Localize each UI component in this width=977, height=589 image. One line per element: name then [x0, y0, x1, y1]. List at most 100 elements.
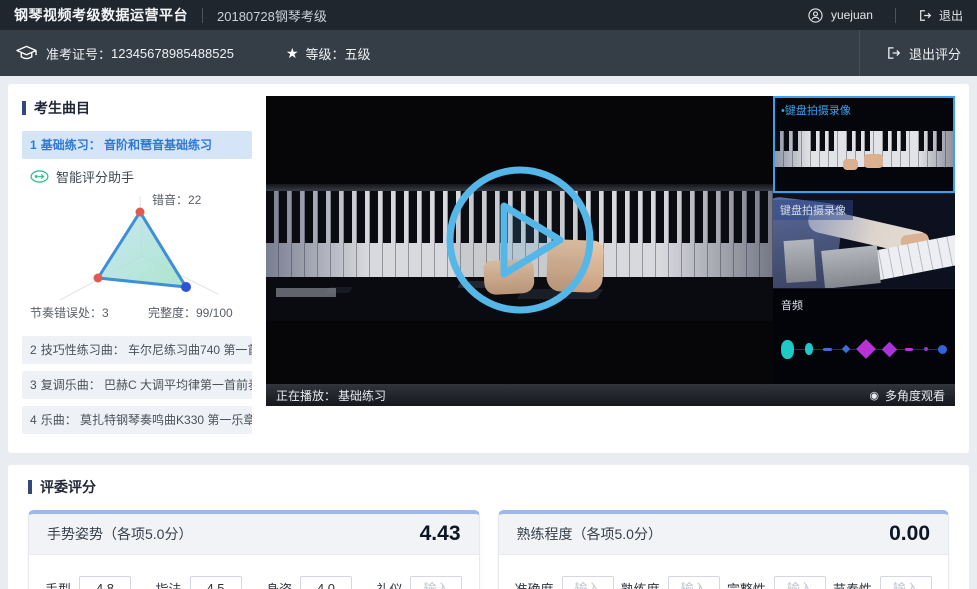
waveform-blob [856, 339, 876, 359]
field-hand-shape: 手型 [45, 576, 131, 589]
song-num: 3 [30, 378, 37, 392]
assistant-title: 智能评分助手 [56, 167, 134, 186]
score-card-gesture: 手势姿势（各项5.0分） 4.43 手型 指法 身姿 礼仪 [28, 510, 480, 589]
admission-number-value: 12345678985488525 [111, 46, 234, 61]
section-title-bar [28, 480, 32, 494]
level-value: 五级 [345, 44, 371, 63]
field-fingering: 指法 [155, 576, 241, 589]
field-accuracy: 准确度 [515, 576, 614, 589]
now-playing-label: 正在播放： [276, 387, 336, 404]
video-region: •键盘拍摄录像 键盘拍摄录像 [266, 96, 955, 406]
etiquette-input[interactable] [410, 576, 462, 589]
field-label: 指法 [155, 579, 181, 589]
score-card-header: 手势姿势（各项5.0分） 4.43 [29, 514, 479, 555]
score-card-total: 4.43 [420, 522, 461, 546]
logout-label: 退出 [939, 7, 963, 24]
completeness-input[interactable] [774, 576, 826, 589]
level-label: 等级： [306, 44, 345, 63]
thumbnail-2-label: 键盘拍摄录像 [773, 200, 853, 220]
score-card-header: 熟练程度（各项5.0分） 0.00 [499, 514, 949, 555]
logout-button[interactable]: 退出 [918, 7, 963, 24]
exit-scoring-label: 退出评分 [909, 44, 961, 63]
audio-label: 音频 [781, 297, 803, 313]
field-posture: 身姿 [266, 576, 352, 589]
radar-axis-wrong-notes: 错音：22 [152, 192, 202, 207]
field-label: 节奏性 [833, 579, 872, 589]
audio-waveform [781, 338, 947, 360]
now-playing: 正在播放： 基础练习 [276, 387, 386, 404]
field-label: 手型 [45, 579, 71, 589]
song-category: 复调乐曲： [41, 378, 101, 392]
field-label: 礼仪 [376, 579, 402, 589]
topbar-right-divider [895, 8, 896, 23]
top-navbar: 钢琴视频考级数据运营平台 20180728钢琴考级 yuejuan 退出 [0, 0, 977, 30]
song-item-3[interactable]: 3 复调乐曲： 巴赫C 大调平均律第一首前奏曲 [22, 371, 252, 399]
keyboard-camera-thumbnail-2[interactable]: 键盘拍摄录像 [773, 193, 955, 288]
song-piece: 巴赫C 大调平均律第一首前奏曲 [104, 378, 252, 392]
speaker-box [784, 239, 817, 283]
section-title-bar [22, 101, 26, 115]
mini-black-keys [775, 131, 953, 150]
multi-angle-label: 多角度观看 [885, 387, 945, 404]
field-label: 熟练度 [621, 579, 660, 589]
song-piece: 莫扎特钢琴奏鸣曲K330 第一乐章 [80, 413, 252, 427]
song-item-2[interactable]: 2技巧性练习曲： 车尔尼练习曲740 第一首 [22, 336, 252, 364]
hand-shape-input[interactable] [79, 576, 131, 589]
waveform-blob [823, 348, 832, 351]
song-item-4[interactable]: 4乐曲： 莫扎特钢琴奏鸣曲K330 第一乐章 [22, 406, 252, 434]
field-etiquette: 礼仪 [376, 576, 462, 589]
exit-scoring-button[interactable]: 退出评分 [859, 30, 961, 76]
audio-track-panel: 音频 [773, 288, 955, 384]
proficiency-input[interactable] [668, 576, 720, 589]
song-section-title-text: 考生曲目 [34, 98, 90, 118]
score-card-proficiency: 熟练程度（各项5.0分） 0.00 准确度 熟练度 完整性 节奏性 [498, 510, 950, 589]
exit-scoring-icon [886, 46, 901, 60]
score-card-title: 熟练程度（各项5.0分） [517, 524, 662, 544]
song-category: 技巧性练习曲： [41, 343, 125, 357]
ai-assistant-panel: 智能评分助手 错音：22 [22, 167, 252, 327]
thumbnail-1-label-text: 键盘拍摄录像 [785, 105, 851, 117]
song-num: 1 [30, 138, 37, 152]
radar-chart: 错音：22 节奏错误处：3 完整度：99/100 [22, 188, 250, 322]
now-playing-value: 基础练习 [338, 387, 386, 404]
keyboard-camera-thumbnail-1[interactable]: •键盘拍摄录像 [773, 96, 955, 193]
song-category: 基础练习： [41, 138, 101, 152]
thumbnail-1-label: •键盘拍摄录像 [781, 102, 851, 118]
multi-angle-button[interactable]: ◉ 多角度观看 [869, 387, 945, 404]
video-status-bar: 正在播放： 基础练习 ◉ 多角度观看 [266, 384, 955, 406]
song-list: 考生曲目 1 基础练习： 音阶和琶音基础练习 智能评分助手 [22, 96, 252, 441]
waveform-blob [924, 347, 928, 351]
song-piece: 音阶和琶音基础练习 [104, 138, 212, 152]
song-item-1[interactable]: 1 基础练习： 音阶和琶音基础练习 [22, 131, 252, 159]
waveform-blob [805, 343, 813, 355]
song-num: 2 [30, 343, 37, 357]
topbar-divider [202, 8, 203, 23]
scoring-section-title: 评委评分 [28, 477, 949, 497]
username[interactable]: yuejuan [831, 8, 873, 22]
radar-axis-rhythm-errors: 节奏错误处：3 [30, 306, 109, 320]
fingering-input[interactable] [190, 576, 242, 589]
waveform-blob [781, 340, 794, 359]
assistant-icon [30, 170, 49, 183]
waveform-blob [905, 348, 913, 351]
logout-icon [918, 9, 932, 22]
field-rhythm: 节奏性 [833, 576, 932, 589]
sheet-music-still [276, 288, 336, 297]
camera-angle-sidebar: •键盘拍摄录像 键盘拍摄录像 [773, 96, 955, 384]
star-icon: ★ [286, 45, 299, 62]
rhythm-input[interactable] [880, 576, 932, 589]
user-icon [808, 8, 823, 23]
posture-input[interactable] [300, 576, 352, 589]
main-video-player[interactable] [266, 96, 773, 384]
exam-info-bar: 准考证号： 12345678985488525 ★ 等级： 五级 退出评分 [0, 30, 977, 76]
song-section-title: 考生曲目 [22, 98, 252, 118]
accuracy-input[interactable] [562, 576, 614, 589]
speaker-box [821, 245, 881, 288]
song-category: 乐曲： [41, 413, 77, 427]
play-button-icon[interactable] [444, 164, 596, 316]
mini-hand [843, 159, 858, 170]
topbar-left: 钢琴视频考级数据运营平台 20180728钢琴考级 [14, 5, 327, 25]
session-title: 20180728钢琴考级 [217, 6, 327, 25]
waveform-blob [881, 342, 897, 358]
score-card-body: 手型 指法 身姿 礼仪 [29, 555, 479, 589]
